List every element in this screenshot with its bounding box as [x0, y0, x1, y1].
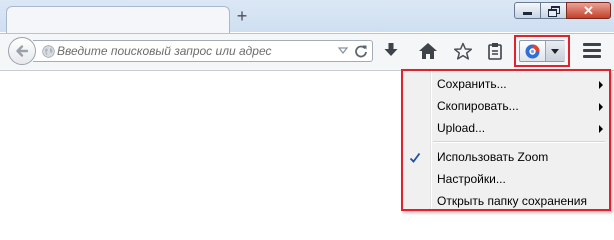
menu-item-label: Открыть папку сохранения: [437, 194, 587, 208]
bookmark-star-icon[interactable]: [453, 42, 473, 61]
menu-item-label: Использовать Zoom: [437, 150, 549, 164]
chevron-down-icon[interactable]: [545, 41, 565, 61]
reading-list-icon[interactable]: [486, 42, 504, 60]
download-icon[interactable]: [383, 42, 399, 60]
menu-separator: [433, 141, 605, 143]
search-input[interactable]: [57, 41, 337, 61]
submenu-arrow-icon: [599, 81, 603, 89]
menu-item-copy[interactable]: Скопировать...: [403, 96, 609, 118]
menu-item-save[interactable]: Сохранить...: [403, 74, 609, 96]
extension-logo-icon: [525, 44, 540, 59]
new-tab-button[interactable]: +: [234, 7, 250, 25]
restore-button[interactable]: [540, 2, 567, 19]
reload-icon[interactable]: [354, 44, 368, 58]
menu-item-settings[interactable]: Настройки...: [403, 169, 609, 191]
close-icon: ✕: [583, 3, 594, 18]
title-bar: + ✕: [0, 0, 614, 35]
extension-button-inner[interactable]: [519, 40, 565, 62]
minimize-button[interactable]: [514, 2, 541, 19]
submenu-arrow-icon: [599, 103, 603, 111]
menu-icon[interactable]: [583, 43, 601, 59]
check-icon: [409, 152, 421, 163]
close-window-button[interactable]: ✕: [566, 2, 611, 19]
menu-item-label: Скопировать...: [437, 99, 519, 113]
extension-button[interactable]: [514, 35, 570, 67]
menu-item-open-save-folder[interactable]: Открыть папку сохранения: [403, 191, 609, 213]
back-arrow-icon: [16, 45, 29, 57]
navigation-toolbar: [0, 33, 614, 71]
back-button[interactable]: [8, 37, 36, 65]
globe-icon: [42, 45, 55, 58]
menu-item-label: Настройки...: [437, 172, 506, 186]
menu-item-upload[interactable]: Upload...: [403, 118, 609, 140]
dropmarker-icon[interactable]: [338, 47, 348, 55]
url-bar[interactable]: [33, 40, 373, 62]
menu-item-use-zoom[interactable]: Использовать Zoom: [403, 147, 609, 169]
menu-item-label: Upload...: [437, 121, 486, 135]
extension-menu: Сохранить... Скопировать... Upload... Ис…: [401, 69, 611, 211]
menu-item-label: Сохранить...: [437, 77, 507, 91]
home-icon[interactable]: [418, 42, 438, 60]
submenu-arrow-icon: [599, 125, 603, 133]
browser-tab[interactable]: [6, 6, 230, 35]
